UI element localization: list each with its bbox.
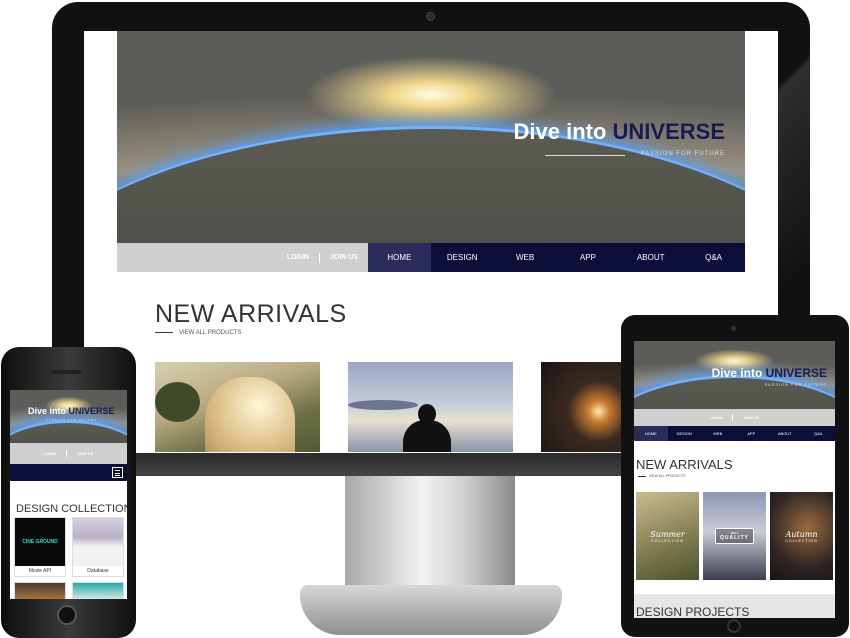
tablet-join-link[interactable]: JOIN US (743, 415, 759, 420)
section-title: NEW ARRIVALS (155, 300, 347, 328)
earth-horizon (634, 375, 835, 409)
product-photo-hair[interactable] (155, 362, 320, 452)
phone-item-database[interactable]: Database (72, 517, 124, 577)
main-menu: HOME DESIGN WEB APP ABOUT Q&A (368, 243, 745, 272)
tablet-hero-banner: Dive into UNIVERSE PASSION FOR FUTURE (634, 341, 835, 409)
tablet-menu-qa[interactable]: Q&A (802, 426, 836, 441)
login-link[interactable]: LOGIN (287, 254, 309, 261)
menu-app[interactable]: APP (556, 243, 619, 272)
monitor-stand-base (300, 585, 562, 635)
product-photo-silhouette[interactable] (348, 362, 513, 452)
tablet-screen: Dive into UNIVERSE PASSION FOR FUTURE LO… (634, 341, 835, 618)
phone-section-title: DESIGN COLLECTION (16, 503, 127, 515)
earth-horizon (10, 420, 127, 443)
desktop-hero-banner: Dive into UNIVERSE PASSION FOR FUTURE (117, 31, 745, 243)
phone-screen: Dive into UNIVERSE PASSION FOR FUTURE LO… (10, 390, 127, 599)
phone-hero-title: Dive into UNIVERSE (28, 406, 115, 416)
separator (318, 252, 320, 263)
hero-tagline: PASSION FOR FUTURE (640, 151, 725, 157)
tablet-home-button[interactable] (727, 619, 741, 633)
menu-qa[interactable]: Q&A (682, 243, 745, 272)
monitor-stand-neck (345, 476, 515, 594)
tablet-menu-home[interactable]: HOME (634, 426, 668, 441)
tablet-camera-icon (731, 326, 736, 331)
phone-item-movie-api[interactable]: CINE GROUND Movie API (14, 517, 66, 577)
tablet-hero-title: Dive into UNIVERSE (711, 366, 827, 380)
phone-home-button[interactable] (57, 605, 77, 625)
hamburger-menu-icon[interactable] (112, 467, 123, 478)
phone-account-bar: LOGIN JOIN US (10, 443, 127, 464)
tablet-menu-app[interactable]: APP (735, 426, 769, 441)
tablet-menu-design[interactable]: DESIGN (668, 426, 702, 441)
tablet-menu: HOME DESIGN WEB APP ABOUT Q&A (634, 426, 835, 441)
monitor-camera-icon (426, 12, 435, 21)
phone-hero-banner: Dive into UNIVERSE PASSION FOR FUTURE (10, 390, 127, 443)
phone-menu-bar (10, 464, 127, 481)
view-all-link[interactable]: VIEW ALL PRODUCTS (155, 330, 241, 336)
tablet-card-summer[interactable]: Summer COLLECTION (636, 492, 699, 580)
hero-title: Dive into UNIVERSE (513, 119, 726, 144)
phone-join-link[interactable]: JOIN US (77, 451, 93, 456)
account-links: LOGIN JOIN US (287, 243, 358, 272)
hero-divider (545, 155, 625, 156)
tablet-view-all-link[interactable]: VIEW ALL PRODUCTS (638, 474, 685, 478)
tablet-menu-about[interactable]: ABOUT (768, 426, 802, 441)
menu-design[interactable]: DESIGN (431, 243, 494, 272)
tablet-account-bar: LOGIN JOIN US (634, 409, 835, 426)
menu-about[interactable]: ABOUT (619, 243, 682, 272)
product-photo-sparkler[interactable] (541, 362, 621, 452)
menu-web[interactable]: WEB (494, 243, 557, 272)
phone-hero-tagline: PASSION FOR FUTURE (46, 418, 98, 422)
phone-speaker (52, 370, 82, 374)
menu-home[interactable]: HOME (368, 243, 431, 272)
tablet-card-quality[interactable]: BEST QUALITY (703, 492, 766, 580)
tablet-card-autumn[interactable]: Autumn COLLECTION (770, 492, 833, 580)
desktop-nav-bar: LOGIN JOIN US HOME DESIGN WEB APP ABOUT Q… (117, 243, 745, 272)
join-link[interactable]: JOIN US (330, 254, 358, 261)
tablet-menu-web[interactable]: WEB (701, 426, 735, 441)
tablet-login-link[interactable]: LOGIN (710, 415, 723, 420)
tablet-next-section-title: DESIGN PROJECTS (636, 605, 750, 618)
tablet-hero-tagline: PASSION FOR FUTURE (764, 382, 827, 387)
phone-login-link[interactable]: LOGIN (44, 451, 57, 456)
phone-item-4[interactable] (72, 582, 124, 599)
phone-item-3[interactable] (14, 582, 66, 599)
tablet-section-title: NEW ARRIVALS (636, 457, 733, 472)
